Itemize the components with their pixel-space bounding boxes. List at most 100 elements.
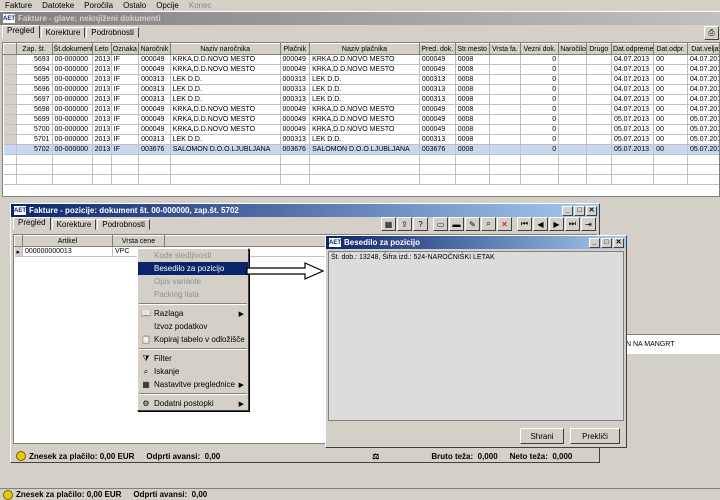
- table-cell[interactable]: [558, 134, 587, 145]
- tab-korekture[interactable]: Korekture: [51, 219, 97, 230]
- table-cell[interactable]: 003676: [280, 144, 311, 155]
- table-cell[interactable]: 000049: [138, 114, 171, 125]
- first-record-icon[interactable]: ⏮: [517, 217, 532, 231]
- save-button[interactable]: Shrani: [520, 428, 564, 444]
- row-indicator[interactable]: [3, 84, 17, 95]
- table-cell[interactable]: 5695: [16, 74, 53, 85]
- table-cell[interactable]: 0: [520, 54, 560, 65]
- table-cell[interactable]: [489, 144, 522, 155]
- context-menu-item[interactable]: 📋 Kopiraj tabelo v odložišče: [138, 333, 248, 346]
- table-cell[interactable]: [586, 74, 612, 85]
- grid-icon[interactable]: ▦: [381, 217, 396, 231]
- row-indicator[interactable]: [3, 54, 17, 65]
- column-header[interactable]: Dat.odpreme: [610, 43, 655, 55]
- column-header[interactable]: Vezni dok.: [520, 43, 560, 55]
- table-cell[interactable]: 00-000000: [52, 74, 93, 85]
- search-icon[interactable]: ⌕: [481, 217, 496, 231]
- table-cell[interactable]: 04.07.2013: [611, 74, 655, 85]
- table-cell[interactable]: [489, 124, 522, 135]
- column-header[interactable]: Dat.odpr.: [653, 43, 688, 55]
- table-cell[interactable]: 000313: [419, 74, 456, 85]
- table-cell[interactable]: IF: [111, 74, 140, 85]
- table-cell[interactable]: 05.07.2013: [611, 144, 655, 155]
- table-cell[interactable]: 2013: [92, 74, 112, 85]
- table-cell[interactable]: 5693: [16, 54, 53, 65]
- table-cell[interactable]: 0008: [455, 144, 490, 155]
- table-cell[interactable]: KRKA,D.D.NOVO MESTO: [170, 54, 281, 65]
- table-cell[interactable]: 000049: [280, 124, 311, 135]
- table-cell[interactable]: 000049: [419, 54, 456, 65]
- table-cell[interactable]: [489, 94, 522, 105]
- table-cell[interactable]: 00: [653, 54, 688, 65]
- column-header[interactable]: Str.mesto: [454, 43, 490, 55]
- table-row[interactable]: 5702 00-000000 2013 IF 003676 SALOMON D.O.O.L…: [3, 144, 719, 155]
- table-cell[interactable]: [558, 114, 587, 125]
- table-cell[interactable]: 5697: [16, 94, 53, 105]
- table-cell[interactable]: 0: [520, 144, 560, 155]
- table-cell[interactable]: 000000000013: [22, 246, 113, 257]
- next-record-icon[interactable]: ▶: [549, 217, 564, 231]
- table-cell[interactable]: 0008: [455, 124, 490, 135]
- table-row[interactable]: 5696 00-000000 2013 IF 000313 LEK D.D. 000313 L…: [3, 84, 719, 95]
- row-indicator[interactable]: [3, 124, 17, 135]
- delete-icon[interactable]: ✕: [497, 217, 512, 231]
- table-cell[interactable]: 0008: [455, 74, 490, 85]
- table-cell[interactable]: 2013: [92, 54, 112, 65]
- table-cell[interactable]: 00-000000: [52, 144, 93, 155]
- table-cell[interactable]: 00-000000: [52, 104, 93, 115]
- table-cell[interactable]: KRKA,D.D.NOVO MESTO: [309, 114, 420, 125]
- table-cell[interactable]: 04.07.2013: [611, 104, 655, 115]
- table-cell[interactable]: 2013: [92, 94, 112, 105]
- table-cell[interactable]: 0: [520, 74, 560, 85]
- help-icon[interactable]: ?: [413, 217, 428, 231]
- table-cell[interactable]: [558, 124, 587, 135]
- table-cell[interactable]: 000313: [280, 74, 311, 85]
- table-cell[interactable]: 5698: [16, 104, 53, 115]
- table-cell[interactable]: 2013: [92, 84, 112, 95]
- table-cell[interactable]: 00: [653, 104, 688, 115]
- text-editor[interactable]: Št. dob.: 13248, Šifra izd.: 524-NAROČNI…: [328, 251, 624, 421]
- table-cell[interactable]: [489, 64, 522, 75]
- table-cell[interactable]: [586, 54, 612, 65]
- column-header[interactable]: Vrsta cene: [112, 235, 165, 247]
- table-cell[interactable]: KRKA,D.D.NOVO MESTO: [309, 124, 420, 135]
- table-cell[interactable]: 00-000000: [52, 114, 93, 125]
- row-indicator[interactable]: [3, 94, 17, 105]
- table-cell[interactable]: 0: [520, 84, 560, 95]
- table-cell[interactable]: LEK D.D.: [309, 74, 420, 85]
- table-cell[interactable]: 003676: [138, 144, 171, 155]
- table-cell[interactable]: LEK D.D.: [309, 84, 420, 95]
- table-cell[interactable]: IF: [111, 94, 140, 105]
- table-cell[interactable]: SALOMON D.O.O.LJUBLJANA: [309, 144, 420, 155]
- table-cell[interactable]: 04.07.2013: [687, 54, 719, 65]
- table-cell[interactable]: 05.07.2013: [611, 124, 655, 135]
- table-cell[interactable]: IF: [111, 54, 140, 65]
- table-cell[interactable]: 000313: [280, 84, 311, 95]
- table-cell[interactable]: [489, 134, 522, 145]
- context-menu-item[interactable]: ⧩ Filter: [138, 352, 248, 365]
- table-cell[interactable]: LEK D.D.: [170, 84, 281, 95]
- table-cell[interactable]: 00-000000: [52, 124, 93, 135]
- table-cell[interactable]: 000313: [419, 94, 456, 105]
- minimize-button[interactable]: _: [562, 205, 573, 216]
- tab-podrobnosti[interactable]: Podrobnosti: [97, 219, 150, 230]
- table-cell[interactable]: KRKA,D.D.NOVO MESTO: [170, 124, 281, 135]
- table-cell[interactable]: 0008: [455, 84, 490, 95]
- column-header[interactable]: Zap. št.: [15, 43, 53, 55]
- table-cell[interactable]: 04.07.2013: [611, 84, 655, 95]
- table-cell[interactable]: LEK D.D.: [170, 94, 281, 105]
- table-cell[interactable]: 000049: [419, 64, 456, 75]
- table-cell[interactable]: 2013: [92, 114, 112, 125]
- context-menu-item[interactable]: ▦ Nastavitve preglednice ▶: [138, 378, 248, 391]
- table-cell[interactable]: [489, 104, 522, 115]
- table-cell[interactable]: 0008: [455, 54, 490, 65]
- table-row[interactable]: 5701 00-000000 2013 IF 000313 LEK D.D. 000313 L…: [3, 134, 719, 145]
- table-cell[interactable]: [558, 54, 587, 65]
- cancel-button[interactable]: Prekliči: [570, 428, 620, 444]
- table-cell[interactable]: 000313: [280, 134, 311, 145]
- table-cell[interactable]: 5701: [16, 134, 53, 145]
- table-cell[interactable]: 000049: [138, 124, 171, 135]
- table-cell[interactable]: 04.07.2013: [611, 94, 655, 105]
- column-header[interactable]: Naziv naročnika: [169, 43, 281, 55]
- table-cell[interactable]: 000049: [280, 114, 311, 125]
